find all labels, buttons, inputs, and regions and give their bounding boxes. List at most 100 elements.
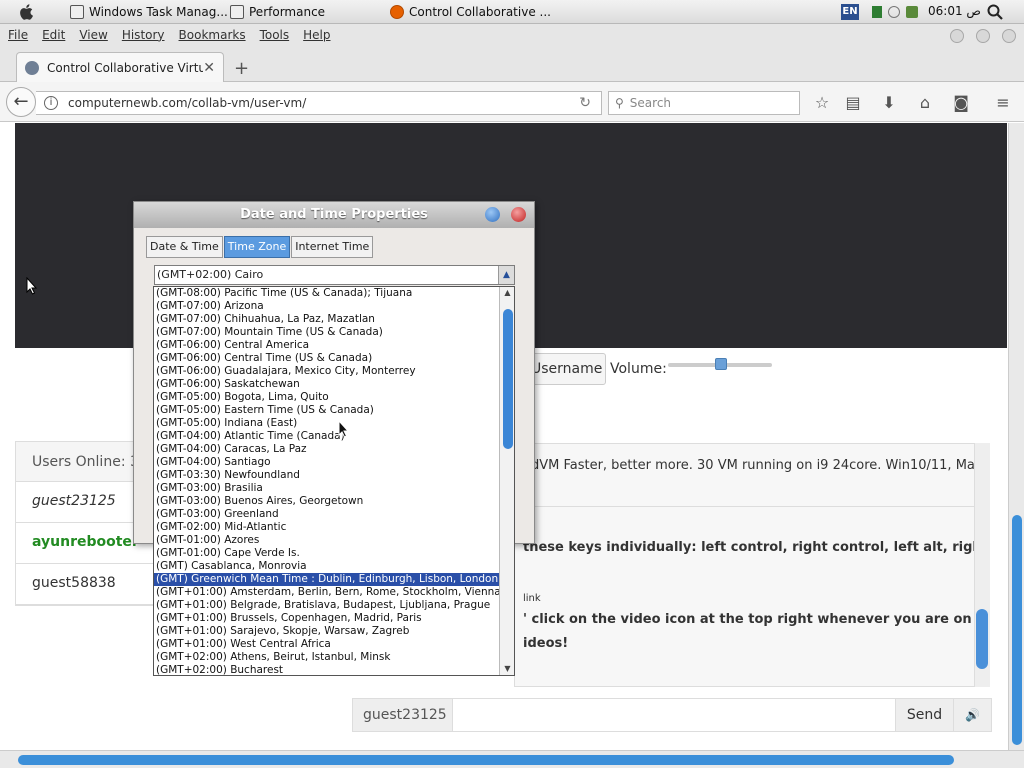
timezone-option[interactable]: (GMT-03:30) Newfoundland: [154, 469, 514, 482]
page-horizontal-scrollbar[interactable]: [0, 750, 1024, 768]
minimize-button[interactable]: [950, 29, 964, 43]
horizontal-scrollbar-thumb[interactable]: [18, 755, 954, 765]
timezone-option[interactable]: (GMT) Casablanca, Monrovia: [154, 560, 514, 573]
url-text: computernewb.com/collab-vm/user-vm/: [68, 96, 307, 110]
mouse-pointer-icon: [338, 420, 350, 438]
timezone-option[interactable]: (GMT+01:00) West Central Africa: [154, 638, 514, 651]
timezone-option[interactable]: (GMT-03:00) Buenos Aires, Georgetown: [154, 495, 514, 508]
taskbar-item-firefox[interactable]: Control Collaborative ...: [390, 3, 551, 21]
clock[interactable]: 06:01 ص: [928, 4, 981, 18]
timezone-option[interactable]: (GMT+01:00) Sarajevo, Skopje, Warsaw, Za…: [154, 625, 514, 638]
volume-tray-icon[interactable]: [888, 6, 900, 18]
volume-slider-handle[interactable]: [715, 358, 727, 370]
timezone-option[interactable]: (GMT-07:00) Chihuahua, La Paz, Mazatlan: [154, 313, 514, 326]
timezone-option[interactable]: (GMT-03:00) Greenland: [154, 508, 514, 521]
home-icon[interactable]: ⌂: [915, 93, 935, 113]
timezone-scrollbar-thumb[interactable]: [503, 309, 513, 449]
site-info-icon[interactable]: i: [44, 96, 58, 110]
timezone-option[interactable]: (GMT+01:00) Brussels, Copenhagen, Madrid…: [154, 612, 514, 625]
url-bar[interactable]: i computernewb.com/collab-vm/user-vm/ ↻: [36, 91, 602, 115]
reload-icon[interactable]: ↻: [579, 95, 591, 111]
speaker-icon[interactable]: 🔊: [953, 699, 991, 731]
timezone-option[interactable]: (GMT-06:00) Central Time (US & Canada): [154, 352, 514, 365]
chat-message: ' click on the video icon at the top rig…: [523, 612, 985, 627]
network-icon[interactable]: [906, 6, 918, 18]
bookmark-star-icon[interactable]: ☆: [812, 93, 832, 113]
timezone-option[interactable]: (GMT+02:00) Athens, Beirut, Istanbul, Mi…: [154, 651, 514, 664]
menu-history[interactable]: History: [122, 28, 165, 42]
pocket-icon[interactable]: ◙: [951, 93, 971, 113]
back-button[interactable]: ←: [6, 87, 36, 117]
maximize-button[interactable]: [976, 29, 990, 43]
scroll-up-icon[interactable]: ▲: [500, 287, 514, 299]
battery-icon[interactable]: [872, 6, 882, 18]
page-scrollbar-thumb[interactable]: [1012, 515, 1022, 745]
reading-list-icon[interactable]: ▤: [843, 93, 863, 113]
scroll-down-icon[interactable]: ▼: [500, 663, 514, 675]
timezone-option[interactable]: (GMT-07:00) Mountain Time (US & Canada): [154, 326, 514, 339]
chat-link[interactable]: link: [523, 593, 541, 604]
timezone-option[interactable]: (GMT-06:00) Saskatchewan: [154, 378, 514, 391]
close-window-button[interactable]: [1002, 29, 1016, 43]
hamburger-menu-icon[interactable]: ≡: [993, 93, 1013, 113]
menu-help[interactable]: Help: [303, 28, 330, 42]
menu-tools[interactable]: Tools: [260, 28, 290, 42]
timezone-option[interactable]: (GMT-06:00) Guadalajara, Mexico City, Mo…: [154, 365, 514, 378]
new-tab-button[interactable]: +: [234, 58, 249, 79]
timezone-option[interactable]: (GMT-04:00) Atlantic Time (Canada): [154, 430, 514, 443]
chat-log: odVM Faster, better more. 30 VM running …: [514, 443, 990, 687]
search-icon[interactable]: [987, 4, 1003, 20]
timezone-list-scrollbar[interactable]: ▲ ▼: [499, 287, 514, 675]
chat-scrollbar-thumb[interactable]: [976, 609, 988, 669]
timezone-option[interactable]: (GMT+01:00) Belgrade, Bratislava, Budape…: [154, 599, 514, 612]
timezone-option[interactable]: (GMT-05:00) Bogota, Lima, Quito: [154, 391, 514, 404]
menu-edit[interactable]: Edit: [42, 28, 65, 42]
download-icon[interactable]: ⬇: [879, 93, 899, 113]
nav-bar: ← i computernewb.com/collab-vm/user-vm/ …: [0, 82, 1024, 122]
timezone-option[interactable]: (GMT-02:00) Mid-Atlantic: [154, 521, 514, 534]
help-button[interactable]: [485, 207, 500, 222]
timezone-option[interactable]: (GMT) Greenwich Mean Time : Dublin, Edin…: [154, 573, 514, 586]
volume-label: Volume:: [610, 361, 667, 377]
menu-bookmarks[interactable]: Bookmarks: [179, 28, 246, 42]
search-icon: ⚲: [615, 96, 624, 110]
timezone-option[interactable]: (GMT-06:00) Central America: [154, 339, 514, 352]
timezone-option[interactable]: (GMT+02:00) Bucharest: [154, 664, 514, 675]
timezone-option[interactable]: (GMT-07:00) Arizona: [154, 300, 514, 313]
timezone-option[interactable]: (GMT+01:00) Amsterdam, Berlin, Bern, Rom…: [154, 586, 514, 599]
apple-menu-icon[interactable]: [18, 3, 36, 21]
taskbar-item-task-manager[interactable]: Windows Task Manag...: [70, 3, 228, 21]
task-manager-icon: [70, 5, 84, 19]
timezone-dropdown[interactable]: (GMT+02:00) Cairo ▲: [154, 265, 515, 285]
timezone-option[interactable]: (GMT-04:00) Caracas, La Paz: [154, 443, 514, 456]
timezone-option[interactable]: (GMT-05:00) Indiana (East): [154, 417, 514, 430]
timezone-option[interactable]: (GMT-01:00) Azores: [154, 534, 514, 547]
tab-internet-time[interactable]: Internet Time: [291, 236, 374, 258]
timezone-option[interactable]: (GMT-01:00) Cape Verde Is.: [154, 547, 514, 560]
dropdown-arrow-icon[interactable]: ▲: [498, 266, 514, 284]
browser-tab[interactable]: Control Collaborative Virtual ... ✕: [16, 52, 224, 82]
tab-date-time[interactable]: Date & Time: [146, 236, 223, 258]
close-tab-icon[interactable]: ✕: [203, 60, 215, 76]
firefox-icon: [390, 5, 404, 19]
chat-username-label: guest23125: [353, 699, 453, 731]
timezone-option[interactable]: (GMT-08:00) Pacific Time (US & Canada); …: [154, 287, 514, 300]
menu-view[interactable]: View: [79, 28, 107, 42]
chat-divider: [515, 506, 975, 507]
language-indicator[interactable]: EN: [841, 4, 859, 20]
search-input[interactable]: ⚲ Search: [608, 91, 800, 115]
menu-file[interactable]: File: [8, 28, 28, 42]
page-vertical-scrollbar[interactable]: [1008, 123, 1024, 750]
mouse-cursor-icon: [26, 277, 38, 295]
dialog-tabs: Date & Time Time Zone Internet Time: [146, 236, 374, 258]
timezone-option[interactable]: (GMT-04:00) Santiago: [154, 456, 514, 469]
timezone-option[interactable]: (GMT-03:00) Brasilia: [154, 482, 514, 495]
timezone-option[interactable]: (GMT-05:00) Eastern Time (US & Canada): [154, 404, 514, 417]
send-button[interactable]: Send: [895, 699, 953, 731]
browser-menubar: File Edit View History Bookmarks Tools H…: [0, 24, 1024, 46]
tab-time-zone[interactable]: Time Zone: [223, 236, 291, 258]
user-item[interactable]: guest58838: [16, 564, 154, 605]
change-username-button[interactable]: Username: [526, 353, 606, 385]
taskbar-item-performance[interactable]: Performance: [230, 3, 325, 21]
close-dialog-button[interactable]: [511, 207, 526, 222]
